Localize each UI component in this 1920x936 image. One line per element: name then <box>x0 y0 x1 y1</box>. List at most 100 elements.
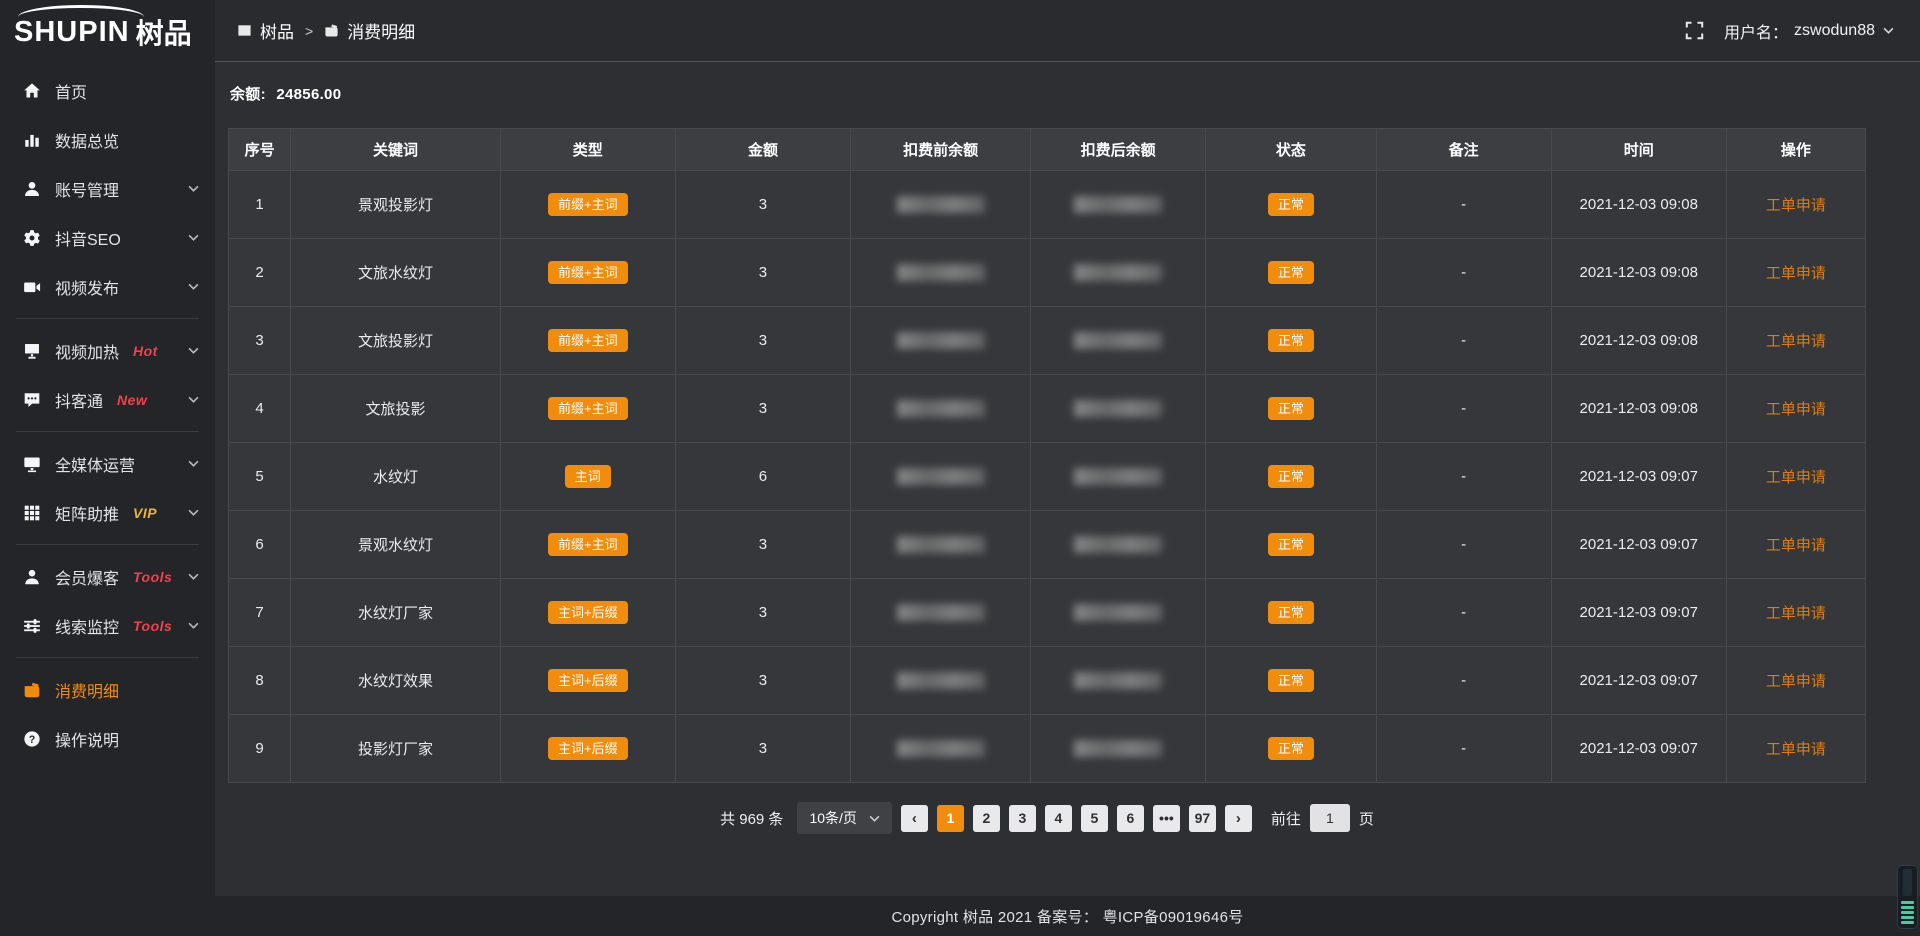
table-row: 2 文旅水纹灯 前缀+主词 3 正常 - 2021-12-03 09:08 工单… <box>229 239 1866 307</box>
cell-keyword: 文旅投影灯 <box>291 307 501 375</box>
page-button[interactable]: 97 <box>1189 805 1216 832</box>
cell-keyword: 文旅投影 <box>291 375 501 443</box>
sidebar-item-clue-monitor[interactable]: 线索监控 Tools <box>0 601 215 650</box>
fullscreen-icon[interactable] <box>1685 21 1704 40</box>
status-badge: 正常 <box>1268 397 1314 420</box>
chevron-down-icon <box>188 183 199 194</box>
sidebar-item-consumption-detail[interactable]: 消费明细 <box>0 665 215 714</box>
sidebar-item-label: 抖客通 <box>55 388 103 412</box>
sidebar-item-member-baoke[interactable]: 会员爆客 Tools <box>0 552 215 601</box>
cell-balance-after <box>1031 171 1206 239</box>
column-header: 序号 <box>229 129 291 171</box>
cell-status: 正常 <box>1206 579 1376 647</box>
cell-balance-after <box>1031 647 1206 715</box>
work-order-link[interactable]: 工单申请 <box>1766 741 1826 758</box>
sidebar-item-home[interactable]: 首页 <box>0 66 215 115</box>
logo-arc-decoration <box>18 5 144 17</box>
new-badge: New <box>117 392 147 408</box>
logo-text-en: SHUPIN <box>14 16 130 49</box>
cell-keyword: 水纹灯厂家 <box>291 579 501 647</box>
cell-amount: 3 <box>675 307 850 375</box>
cell-index: 7 <box>229 579 291 647</box>
prev-page-button[interactable]: ‹ <box>901 805 928 832</box>
widget-bar <box>1901 901 1914 904</box>
copyright-text: Copyright 树品 2021 备案号： 粤ICP备09019646号 <box>891 906 1243 927</box>
sidebar-item-video-publish[interactable]: 视频发布 <box>0 262 215 311</box>
table-row: 8 水纹灯效果 主词+后缀 3 正常 - 2021-12-03 09:07 工单… <box>229 647 1866 715</box>
widget-bar <box>1901 906 1914 909</box>
cell-balance-after <box>1031 239 1206 307</box>
work-order-link[interactable]: 工单申请 <box>1766 333 1826 350</box>
cell-remark: - <box>1376 443 1551 511</box>
work-order-link[interactable]: 工单申请 <box>1766 401 1826 418</box>
page-button[interactable]: 6 <box>1117 805 1144 832</box>
work-order-link[interactable]: 工单申请 <box>1766 673 1826 690</box>
page-button[interactable]: 3 <box>1009 805 1036 832</box>
cell-time: 2021-12-03 09:07 <box>1551 511 1726 579</box>
redacted-balance-value <box>897 536 985 553</box>
chevron-down-icon <box>188 571 199 582</box>
sidebar-item-account[interactable]: 账号管理 <box>0 164 215 213</box>
goto-page-input[interactable] <box>1310 804 1350 832</box>
page-button[interactable]: 5 <box>1081 805 1108 832</box>
work-order-link[interactable]: 工单申请 <box>1766 469 1826 486</box>
redacted-balance-value <box>1074 264 1162 281</box>
bar-chart-icon <box>23 131 41 149</box>
sliders-icon <box>23 617 41 635</box>
work-order-link[interactable]: 工单申请 <box>1766 605 1826 622</box>
cell-remark: - <box>1376 171 1551 239</box>
cell-time: 2021-12-03 09:08 <box>1551 375 1726 443</box>
page-button[interactable]: ••• <box>1153 805 1180 832</box>
sidebar-item-video-heat[interactable]: 视频加热 Hot <box>0 326 215 375</box>
table-row: 6 景观水纹灯 前缀+主词 3 正常 - 2021-12-03 09:07 工单… <box>229 511 1866 579</box>
vip-badge: VIP <box>133 505 157 521</box>
cell-time: 2021-12-03 09:08 <box>1551 307 1726 375</box>
sidebar-item-matrix-boost[interactable]: 矩阵助推 VIP <box>0 488 215 537</box>
cell-remark: - <box>1376 715 1551 783</box>
consumption-table: 序号关键词类型金额扣费前余额扣费后余额状态备注时间操作 1 景观投影灯 前缀+主… <box>228 128 1866 783</box>
work-order-link[interactable]: 工单申请 <box>1766 265 1826 282</box>
page-size-select[interactable]: 10条/页 <box>797 802 891 834</box>
work-order-link[interactable]: 工单申请 <box>1766 537 1826 554</box>
breadcrumb-current[interactable]: 消费明细 <box>324 18 415 43</box>
cell-remark: - <box>1376 307 1551 375</box>
cell-index: 1 <box>229 171 291 239</box>
floating-widget[interactable] <box>1897 865 1918 929</box>
page-button[interactable]: 4 <box>1045 805 1072 832</box>
sidebar-item-douketong[interactable]: 抖客通 New <box>0 375 215 424</box>
cell-type: 主词+后缀 <box>500 715 675 783</box>
sidebar-item-douyin-seo[interactable]: 抖音SEO <box>0 213 215 262</box>
cell-time: 2021-12-03 09:07 <box>1551 715 1726 783</box>
status-badge: 正常 <box>1268 737 1314 760</box>
cell-action: 工单申请 <box>1726 511 1865 579</box>
hot-badge: Hot <box>133 343 158 359</box>
cell-action: 工单申请 <box>1726 307 1865 375</box>
balance-display: 余额: 24856.00 <box>230 83 1866 104</box>
sidebar-item-all-media[interactable]: 全媒体运营 <box>0 439 215 488</box>
cell-type: 前缀+主词 <box>500 307 675 375</box>
breadcrumb-home[interactable]: 树品 <box>237 18 294 43</box>
page-button[interactable]: 1 <box>937 805 964 832</box>
cell-amount: 3 <box>675 579 850 647</box>
work-order-link[interactable]: 工单申请 <box>1766 197 1826 214</box>
table-row: 1 景观投影灯 前缀+主词 3 正常 - 2021-12-03 09:08 工单… <box>229 171 1866 239</box>
column-header: 状态 <box>1206 129 1376 171</box>
status-badge: 正常 <box>1268 193 1314 216</box>
cell-amount: 3 <box>675 715 850 783</box>
balance-value: 24856.00 <box>276 86 341 103</box>
status-badge: 正常 <box>1268 669 1314 692</box>
column-header: 时间 <box>1551 129 1726 171</box>
sidebar-item-data-overview[interactable]: 数据总览 <box>0 115 215 164</box>
page-button[interactable]: 2 <box>973 805 1000 832</box>
cell-action: 工单申请 <box>1726 375 1865 443</box>
sidebar-item-instructions[interactable]: ? 操作说明 <box>0 714 215 763</box>
cell-status: 正常 <box>1206 375 1376 443</box>
cell-balance-after <box>1031 579 1206 647</box>
type-badge: 前缀+主词 <box>548 193 628 216</box>
user-menu[interactable]: 用户名： zswodun88 <box>1724 19 1894 43</box>
logo-text-cn: 树品 <box>136 12 192 52</box>
grid-icon <box>23 504 41 522</box>
next-page-button[interactable]: › <box>1225 805 1252 832</box>
cell-action: 工单申请 <box>1726 647 1865 715</box>
sidebar-divider <box>16 431 199 432</box>
